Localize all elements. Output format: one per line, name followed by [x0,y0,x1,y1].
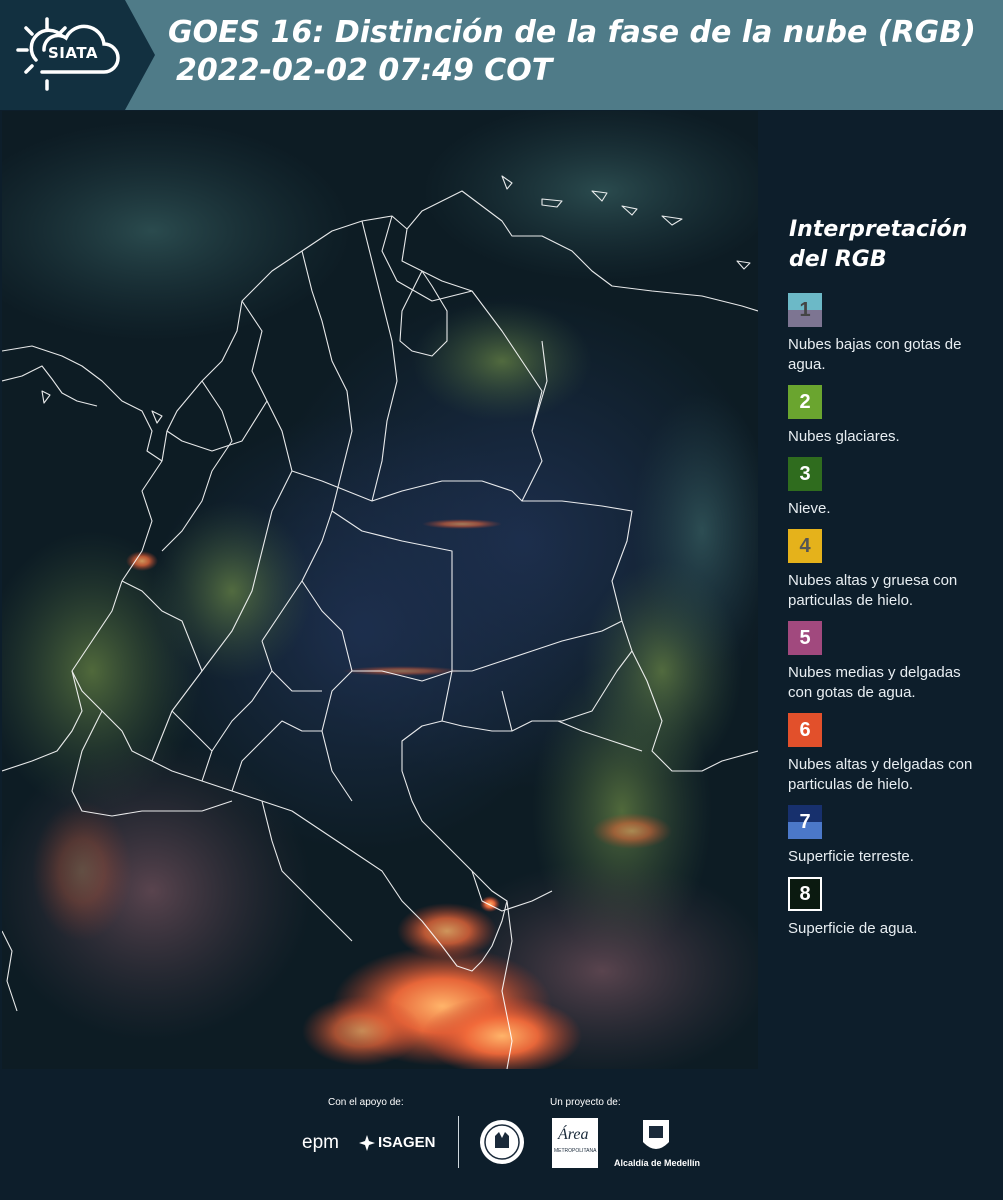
legend-number: 2 [799,390,811,413]
legend-title: Interpretación del RGB [789,215,995,275]
legend-item: 6 Nubes altas y delgadas con particulas d… [788,713,995,795]
alcaldia-shield-icon [643,1120,669,1149]
legend-swatch: 2 [788,385,822,419]
legend-number: 1 [799,298,811,321]
area-logo-subtext: METROPOLITANA [554,1148,597,1154]
legend-swatch: 1 [788,293,822,327]
legend-label: Nubes altas y gruesa con particulas de h… [788,572,958,609]
siata-logo: SIATA [0,0,155,110]
isagen-logo: ISAGEN [378,1134,436,1151]
legend-label: Nubes altas y delgadas con particulas de… [788,756,973,793]
legend-number: 6 [799,718,811,741]
siata-seal-icon [480,1120,524,1164]
footer: Con el apoyo de: Un proyecto de: epm ISA… [0,1070,1003,1200]
legend-item: 5 Nubes medias y delgadas con gotas de ag… [788,621,995,703]
legend-label: Superficie de agua. [788,920,918,937]
legend-swatch: 7 [788,805,822,839]
page-title: GOES 16: Distinción de la fase de la nub… [168,14,988,90]
legend-swatch: 5 [788,621,822,655]
legend-item: 3 Nieve. [788,457,995,519]
legend-item: 4 Nubes altas y gruesa con particulas de … [788,529,995,611]
legend-item: 8 Superficie de agua. [788,877,995,939]
legend-item: 1 Nubes bajas con gotas de agua. [788,293,995,375]
siata-logo-text: SIATA [48,44,99,62]
legend-panel: Interpretación del RGB 1 Nubes bajas con … [775,215,995,949]
legend-title-line-1: Interpretación [789,217,968,242]
legend-number: 5 [799,626,811,649]
legend-item: 2 Nubes glaciares. [788,385,995,447]
legend-label: Nubes medias y delgadas con gotas de agu… [788,664,961,701]
legend-swatch: 6 [788,713,822,747]
title-line-1: GOES 16: Distinción de la fase de la nub… [168,15,976,50]
legend-swatch: 4 [788,529,822,563]
isagen-star-icon [359,1135,375,1151]
project-label: Un proyecto de: [550,1097,621,1108]
area-logo-text: Área [558,1126,589,1143]
legend-label: Nieve. [788,500,831,517]
legend-swatch: 8 [788,877,822,911]
title-line-2: 2022-02-02 07:49 COT [176,53,553,88]
legend-number: 7 [799,810,811,833]
legend-label: Nubes glaciares. [788,428,900,445]
support-label: Con el apoyo de: [328,1097,404,1108]
legend-label: Nubes bajas con gotas de agua. [788,336,962,373]
legend-number: 3 [799,462,811,485]
legend-number: 4 [799,534,811,557]
footer-divider [458,1116,459,1168]
header-bar: SIATA GOES 16: Distinción de la fase de … [0,0,1003,110]
epm-logo: epm [302,1132,339,1153]
legend-item: 7 Superficie terreste. [788,805,995,867]
area-metropolitana-logo: Área METROPOLITANA [552,1118,598,1168]
legend-swatch: 3 [788,457,822,491]
legend-label: Superficie terreste. [788,848,914,865]
alcaldia-label: Alcaldía de Medellín [614,1158,701,1168]
legend-number: 8 [799,882,811,905]
satellite-image [2,111,758,1069]
legend-items: 1 Nubes bajas con gotas de agua. 2 Nubes gl… [775,293,995,939]
satellite-map [2,111,758,1069]
legend-title-line-2: del RGB [789,247,887,272]
